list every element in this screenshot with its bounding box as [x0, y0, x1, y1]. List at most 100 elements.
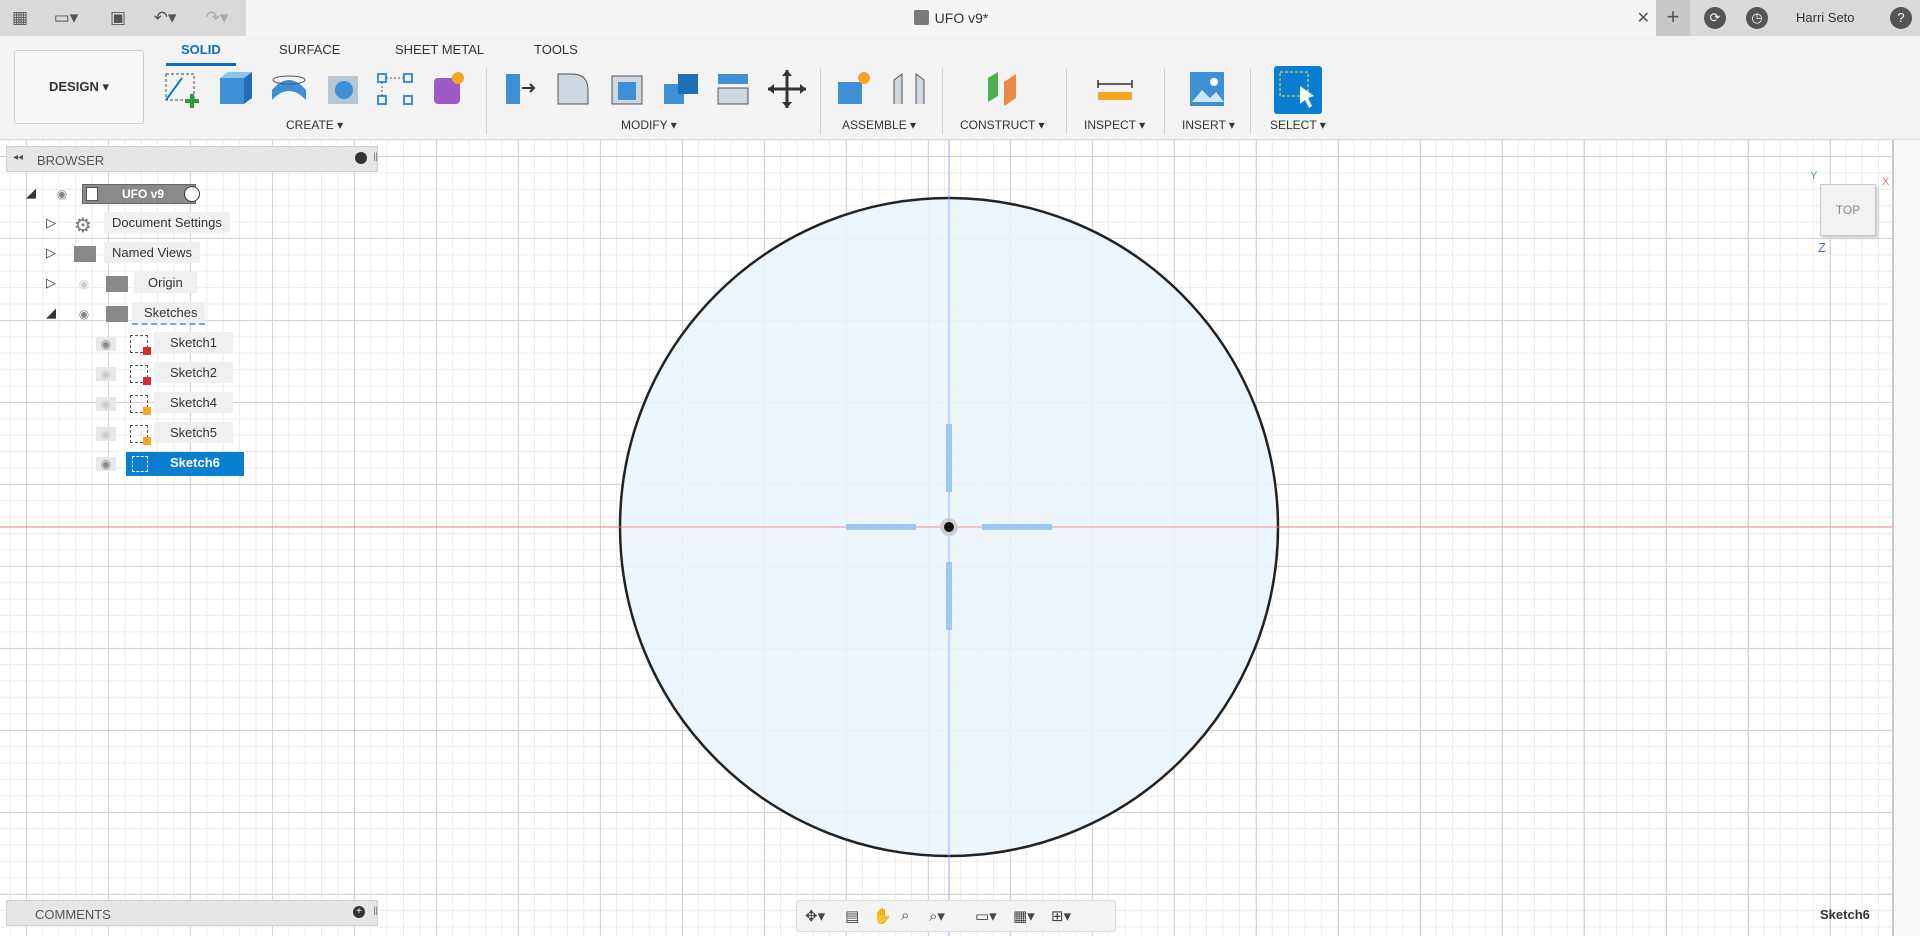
grid-snaps-icon[interactable]: ▦▾ — [1013, 907, 1035, 925]
sketch-item-label: Sketch5 — [154, 422, 233, 443]
add-comment-icon[interactable]: + — [353, 906, 365, 918]
component-icon — [913, 10, 929, 25]
notifications-icon[interactable]: ◷ — [1746, 7, 1768, 29]
sketch-item-label: Sketch4 — [154, 392, 233, 413]
rectangular-pattern-icon[interactable] — [374, 68, 416, 110]
extrude-icon[interactable] — [214, 68, 256, 110]
new-tab-icon[interactable]: + — [1656, 0, 1690, 36]
revolve-icon[interactable] — [268, 68, 310, 110]
expand-triangle-icon[interactable]: ▷ — [46, 215, 56, 231]
design-canvas[interactable]: TOP Y X Z — [0, 140, 1920, 936]
view-cube-y-axis: Y — [1810, 170, 1818, 182]
hidden-eye-icon[interactable]: ◉ — [74, 277, 94, 291]
create-form-icon[interactable] — [428, 68, 470, 110]
file-menu-icon[interactable]: ▭▾ — [48, 6, 84, 30]
browser-item-label: Document Settings — [104, 212, 230, 233]
fit-icon[interactable]: ⌕▾ — [929, 907, 945, 925]
expand-triangle-icon[interactable]: ▷ — [46, 245, 56, 261]
pan-icon[interactable]: ✋ — [873, 907, 892, 925]
gear-icon: ⚙ — [74, 215, 92, 237]
active-sketch-icon — [132, 456, 148, 472]
zoom-icon[interactable]: ⌕ — [901, 907, 909, 924]
toolbar-separator — [942, 68, 943, 134]
hidden-eye-icon[interactable]: ◉ — [96, 427, 116, 441]
look-at-icon[interactable]: ▤ — [845, 907, 859, 925]
select-icon[interactable] — [1274, 66, 1322, 114]
document-tab[interactable]: UFO v9* ✕ — [246, 0, 1656, 36]
fillet-icon[interactable] — [552, 68, 594, 110]
tab-tools[interactable]: TOOLS — [534, 42, 578, 57]
insert-group-label[interactable]: INSERT ▾ — [1182, 118, 1235, 132]
construct-group-label[interactable]: CONSTRUCT ▾ — [960, 118, 1044, 132]
browser-pin-icon[interactable]: ‖ — [373, 150, 378, 164]
tab-surface[interactable]: SURFACE — [279, 42, 340, 57]
redo-icon[interactable]: ↷▾ — [198, 6, 236, 30]
close-tab-icon[interactable]: ✕ — [1637, 8, 1650, 28]
save-icon[interactable]: ▣ — [106, 6, 130, 30]
visibility-eye-icon[interactable]: ◉ — [96, 337, 116, 351]
inspect-group-label[interactable]: INSPECT ▾ — [1084, 118, 1145, 132]
comments-panel-header[interactable]: COMMENTS + ‖ — [6, 900, 378, 926]
user-name[interactable]: Harri Seto — [1796, 10, 1855, 25]
collapse-triangle-icon[interactable]: ◢ — [46, 305, 56, 321]
browser-title: BROWSER — [37, 153, 105, 168]
browser-panel-header[interactable]: ◂◂ BROWSER ‖ — [6, 146, 378, 172]
collapse-browser-icon[interactable]: ◂◂ — [13, 152, 23, 163]
help-icon[interactable]: ? — [1890, 7, 1912, 29]
view-cube-x-axis: X — [1882, 176, 1890, 188]
new-component-icon[interactable] — [834, 68, 876, 110]
toolbar-separator — [486, 68, 487, 134]
expand-triangle-icon[interactable]: ◢ — [26, 185, 36, 201]
hole-icon[interactable] — [322, 68, 364, 110]
visibility-eye-icon[interactable]: ◉ — [96, 457, 116, 471]
create-group-label[interactable]: CREATE ▾ — [286, 118, 343, 132]
visibility-eye-icon[interactable]: ◉ — [74, 307, 94, 321]
document-icon — [86, 187, 98, 201]
combine-icon[interactable] — [660, 68, 702, 110]
offset-plane-icon[interactable] — [982, 68, 1024, 110]
vertical-ruler — [1892, 140, 1920, 936]
workspace-switcher-button[interactable]: DESIGN ▾ — [14, 50, 144, 124]
view-cube-z-axis: Z — [1818, 240, 1826, 255]
assemble-group-label[interactable]: ASSEMBLE ▾ — [842, 118, 916, 132]
display-settings-icon[interactable]: ▭▾ — [975, 907, 997, 925]
sketch-item-label: Sketch6 — [170, 455, 220, 470]
press-pull-icon[interactable] — [498, 68, 540, 110]
folder-icon — [106, 276, 128, 292]
browser-item-label: Sketches — [132, 302, 206, 325]
document-title: UFO v9* — [246, 10, 1656, 26]
insert-canvas-icon[interactable] — [1186, 68, 1228, 110]
sketch-icon — [130, 395, 151, 415]
browser-root-label: UFO v9 — [122, 187, 165, 201]
sketch-item-label: Sketch1 — [154, 332, 233, 353]
offset-face-icon[interactable] — [712, 68, 754, 110]
create-sketch-icon[interactable] — [162, 68, 204, 110]
sketch-item-label: Sketch2 — [154, 362, 233, 383]
hidden-eye-icon[interactable]: ◉ — [96, 397, 116, 411]
select-group-label[interactable]: SELECT ▾ — [1270, 118, 1326, 132]
job-status-icon[interactable]: ⟳ — [1704, 7, 1726, 29]
hidden-eye-icon[interactable]: ◉ — [96, 367, 116, 381]
tab-solid[interactable]: SOLID — [181, 42, 221, 57]
joint-icon[interactable] — [888, 68, 930, 110]
tab-sheet-metal[interactable]: SHEET METAL — [395, 42, 484, 57]
folder-icon — [106, 306, 128, 322]
viewports-icon[interactable]: ⊞▾ — [1051, 907, 1071, 925]
undo-icon[interactable]: ↶▾ — [146, 6, 184, 30]
browser-item-label: Origin — [134, 272, 197, 293]
move-copy-icon[interactable] — [766, 68, 808, 110]
app-grid-icon[interactable]: ▦ — [8, 6, 32, 30]
activate-radio-icon[interactable] — [184, 186, 200, 202]
measure-icon[interactable] — [1094, 68, 1136, 110]
visibility-eye-icon[interactable]: ◉ — [52, 187, 72, 201]
shell-icon[interactable] — [606, 68, 648, 110]
comments-pin-icon[interactable]: ‖ — [373, 904, 378, 918]
view-cube[interactable]: TOP — [1820, 184, 1876, 236]
expand-triangle-icon[interactable]: ▷ — [46, 275, 56, 291]
browser-item-label: Named Views — [104, 242, 200, 263]
locked-sketch-icon — [130, 335, 151, 355]
modify-group-label[interactable]: MODIFY ▾ — [621, 118, 677, 132]
orbit-icon[interactable]: ✥▾ — [805, 907, 825, 925]
top-right-controls: + ⟳ ◷ Harri Seto ? — [1656, 0, 1920, 36]
browser-minimize-icon[interactable] — [355, 152, 367, 164]
